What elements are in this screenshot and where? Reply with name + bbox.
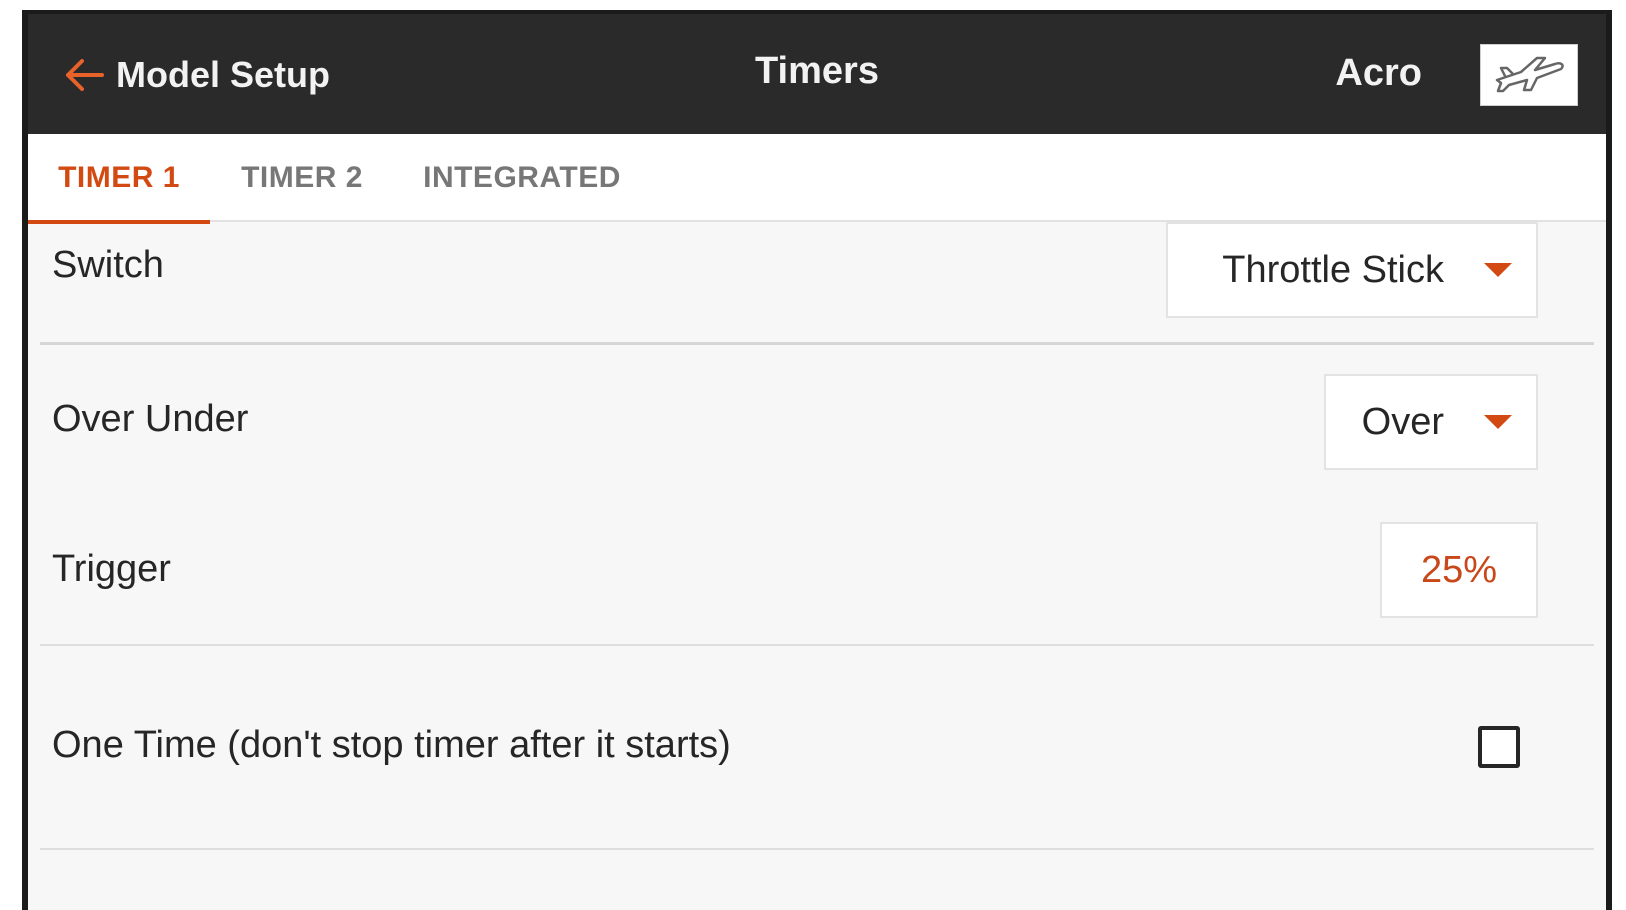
model-selector[interactable] <box>1480 44 1578 106</box>
trigger-label: Trigger <box>52 548 171 590</box>
trigger-value: 25% <box>1420 548 1498 591</box>
tab-timer-1[interactable]: TIMER 1 <box>28 134 210 224</box>
one-time-checkbox[interactable] <box>1478 726 1520 768</box>
tab-timer-2[interactable]: TIMER 2 <box>218 134 386 222</box>
tab-label: TIMER 2 <box>241 161 363 194</box>
divider <box>40 644 1594 646</box>
chevron-down-icon <box>1484 263 1512 277</box>
tab-label: TIMER 1 <box>58 161 180 194</box>
back-arrow-icon <box>64 58 104 92</box>
chevron-down-icon <box>1484 415 1512 429</box>
model-name: Acro <box>1335 52 1422 94</box>
back-label: Model Setup <box>116 54 330 95</box>
divider <box>40 342 1594 345</box>
app-frame: Model Setup Timers Acro TIMER 1 TIMER 2 … <box>22 10 1612 910</box>
over-under-dropdown[interactable]: Over <box>1324 374 1538 470</box>
header-bar: Model Setup Timers Acro <box>28 14 1606 134</box>
switch-dropdown-value: Throttle Stick <box>1222 248 1444 291</box>
tab-integrated[interactable]: INTEGRATED <box>398 134 646 222</box>
switch-dropdown[interactable]: Throttle Stick <box>1166 222 1538 318</box>
over-under-dropdown-value: Over <box>1361 400 1444 443</box>
back-button[interactable]: Model Setup <box>64 50 330 100</box>
trigger-value-field[interactable]: 25% <box>1380 522 1538 618</box>
airplane-icon <box>1491 50 1567 101</box>
divider <box>40 848 1594 850</box>
switch-label: Switch <box>52 244 164 286</box>
over-under-label: Over Under <box>52 398 249 440</box>
tab-label: INTEGRATED <box>423 161 621 194</box>
one-time-label: One Time (don't stop timer after it star… <box>52 724 731 766</box>
tab-bar: TIMER 1 TIMER 2 INTEGRATED <box>28 134 1606 224</box>
